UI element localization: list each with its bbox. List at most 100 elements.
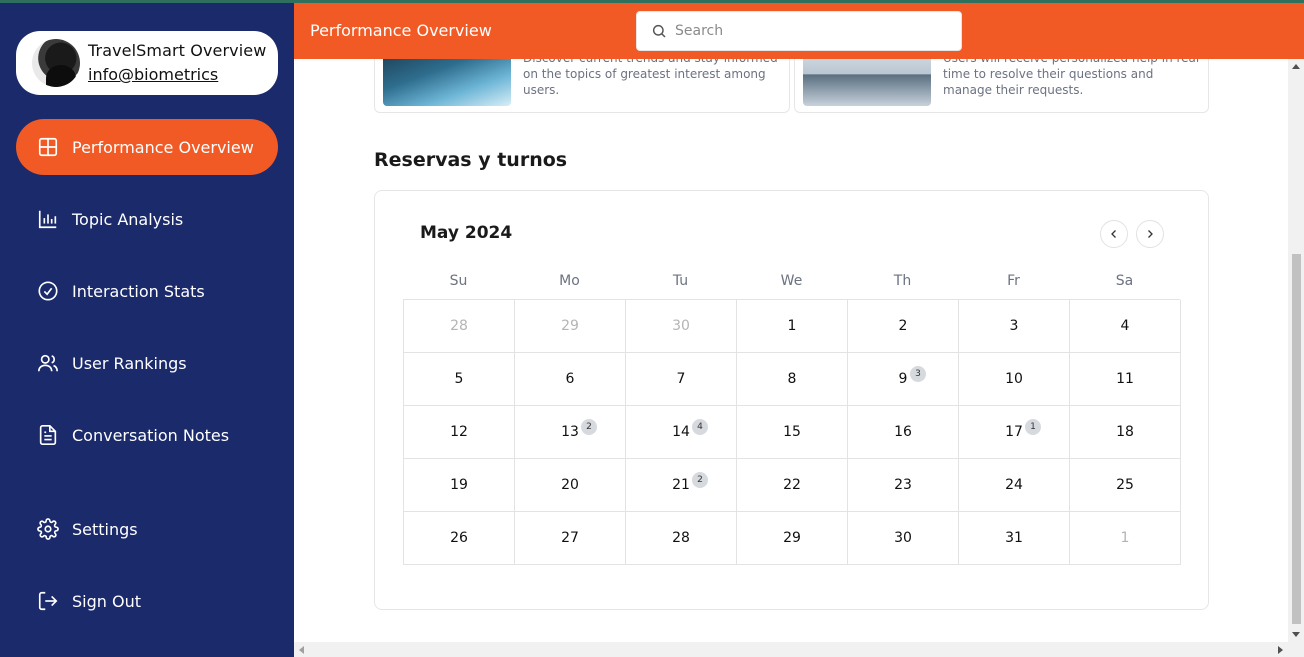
sidebar-item-label: Performance Overview xyxy=(72,137,254,157)
card-text: Users will receive personalized help in … xyxy=(943,59,1199,97)
day-number: 19 xyxy=(450,477,468,493)
weekday-label: Mo xyxy=(559,273,580,289)
info-card-support[interactable]: Users will receive personalized help in … xyxy=(794,59,1209,113)
search-icon xyxy=(652,24,666,38)
calendar-day-cell[interactable]: 20 xyxy=(515,459,626,512)
day-number: 8 xyxy=(787,371,797,387)
calendar-day-cell[interactable]: 93 xyxy=(848,353,959,406)
calendar-day-cell[interactable]: 1 xyxy=(1070,512,1181,565)
calendar-prev-button[interactable] xyxy=(1100,220,1128,248)
calendar-day-cell[interactable]: 4 xyxy=(1070,300,1181,353)
document-icon xyxy=(36,423,60,447)
event-count-badge: 2 xyxy=(581,419,597,435)
calendar-day-cell[interactable]: 13 2 xyxy=(515,406,626,459)
sidebar-item-sign-out[interactable]: Sign Out xyxy=(16,573,278,629)
calendar-day-cell[interactable]: 28 xyxy=(404,300,515,353)
calendar-day-cell[interactable]: 27 xyxy=(515,512,626,565)
day-number: 26 xyxy=(450,530,468,546)
calendar-day-cell[interactable]: 16 xyxy=(848,406,959,459)
day-number: 29 xyxy=(561,318,579,334)
day-number: 21 xyxy=(672,477,690,493)
day-number: 18 xyxy=(1116,424,1134,440)
scroll-down-arrow-icon[interactable] xyxy=(1292,632,1300,637)
card-image-phone xyxy=(383,59,511,106)
day-number: 15 xyxy=(783,424,801,440)
main-content: Discover current trends and stay informe… xyxy=(294,59,1288,642)
calendar-grid: 28 29 30 1 2 3 4 5 6 7 8 9 3 10 11 12 13 2 14 4 15 16 17 1 18 19 2… xyxy=(403,299,1181,565)
calendar-day-cell[interactable]: 15 xyxy=(737,406,848,459)
profile-email-link[interactable]: info@biometrics xyxy=(88,65,218,84)
calendar-day-cell[interactable]: 5 xyxy=(404,353,515,406)
calendar-next-button[interactable] xyxy=(1136,220,1164,248)
day-number: 12 xyxy=(450,424,468,440)
day-number: 25 xyxy=(1116,477,1134,493)
calendar-day-cell[interactable]: 1 xyxy=(737,300,848,353)
check-circle-icon xyxy=(36,279,60,303)
day-number: 31 xyxy=(1005,530,1023,546)
sidebar-item-settings[interactable]: Settings xyxy=(16,501,278,557)
sidebar-item-conversation-notes[interactable]: Conversation Notes xyxy=(16,407,278,463)
search-input[interactable] xyxy=(675,23,945,39)
calendar-day-cell[interactable]: 14 4 xyxy=(626,406,737,459)
scroll-left-arrow-icon[interactable] xyxy=(299,646,304,654)
calendar-day-cell[interactable]: 24 xyxy=(959,459,1070,512)
day-number: 1 xyxy=(1120,530,1130,546)
day-number: 11 xyxy=(1116,371,1134,387)
day-number: 22 xyxy=(783,477,801,493)
info-card-trends[interactable]: Discover current trends and stay informe… xyxy=(374,59,790,113)
day-number: 28 xyxy=(450,318,468,334)
calendar-day-cell[interactable]: 11 xyxy=(1070,353,1181,406)
sidebar-item-interaction-stats[interactable]: Interaction Stats xyxy=(16,263,278,319)
event-count-badge: 4 xyxy=(692,419,708,435)
calendar-day-cell[interactable]: 28 xyxy=(626,512,737,565)
weekday-label: Sa xyxy=(1115,273,1134,289)
horizontal-scrollbar[interactable] xyxy=(294,642,1288,657)
calendar-day-cell[interactable]: 21 2 xyxy=(626,459,737,512)
sign-out-icon xyxy=(36,589,60,613)
sidebar-item-performance-overview[interactable]: Performance Overview xyxy=(16,119,278,175)
scroll-right-arrow-icon[interactable] xyxy=(1278,646,1283,654)
search-box[interactable] xyxy=(636,11,962,51)
vertical-scrollbar[interactable] xyxy=(1288,59,1304,642)
calendar-card: May 2024 Su Mo Tu We Th Fr Sa 28 29 30 1 2 3 4 5 6 7 8 9 3… xyxy=(374,190,1209,610)
calendar-day-cell[interactable]: 2 xyxy=(848,300,959,353)
day-number: 5 xyxy=(454,371,464,387)
day-number: 30 xyxy=(894,530,912,546)
profile-card[interactable]: TravelSmart Overview info@biometrics xyxy=(16,31,278,95)
calendar-day-cell[interactable]: 30 xyxy=(626,300,737,353)
sidebar-item-label: Sign Out xyxy=(72,591,141,611)
event-count-badge: 3 xyxy=(910,366,926,382)
calendar-day-cell[interactable]: 6 xyxy=(515,353,626,406)
sidebar-item-label: Interaction Stats xyxy=(72,281,205,301)
calendar-day-cell[interactable]: 29 xyxy=(515,300,626,353)
vertical-scroll-thumb[interactable] xyxy=(1292,254,1301,624)
calendar-day-cell[interactable]: 8 xyxy=(737,353,848,406)
calendar-day-cell[interactable]: 31 xyxy=(959,512,1070,565)
scroll-up-arrow-icon[interactable] xyxy=(1292,64,1300,69)
calendar-day-cell[interactable]: 19 xyxy=(404,459,515,512)
calendar-day-cell[interactable]: 12 xyxy=(404,406,515,459)
users-icon xyxy=(36,351,60,375)
weekday-label: Fr xyxy=(1007,273,1020,289)
day-number: 10 xyxy=(1005,371,1023,387)
top-header: Performance Overview xyxy=(294,3,1304,59)
chevron-left-icon xyxy=(1111,230,1116,238)
weekday-label: We xyxy=(780,273,803,289)
calendar-day-cell[interactable]: 26 xyxy=(404,512,515,565)
calendar-day-cell[interactable]: 30 xyxy=(848,512,959,565)
calendar-day-cell[interactable]: 22 xyxy=(737,459,848,512)
calendar-day-cell[interactable]: 7 xyxy=(626,353,737,406)
grid-icon xyxy=(36,135,60,159)
calendar-day-cell[interactable]: 23 xyxy=(848,459,959,512)
calendar-day-cell[interactable]: 10 xyxy=(959,353,1070,406)
section-title: Reservas y turnos xyxy=(374,149,568,171)
scrollbar-corner xyxy=(1288,642,1304,657)
calendar-day-cell[interactable]: 25 xyxy=(1070,459,1181,512)
calendar-day-cell[interactable]: 29 xyxy=(737,512,848,565)
day-number: 4 xyxy=(1120,318,1130,334)
sidebar-item-user-rankings[interactable]: User Rankings xyxy=(16,335,278,391)
calendar-day-cell[interactable]: 3 xyxy=(959,300,1070,353)
sidebar-item-topic-analysis[interactable]: Topic Analysis xyxy=(16,191,278,247)
calendar-day-cell[interactable]: 18 xyxy=(1070,406,1181,459)
calendar-day-cell[interactable]: 17 1 xyxy=(959,406,1070,459)
